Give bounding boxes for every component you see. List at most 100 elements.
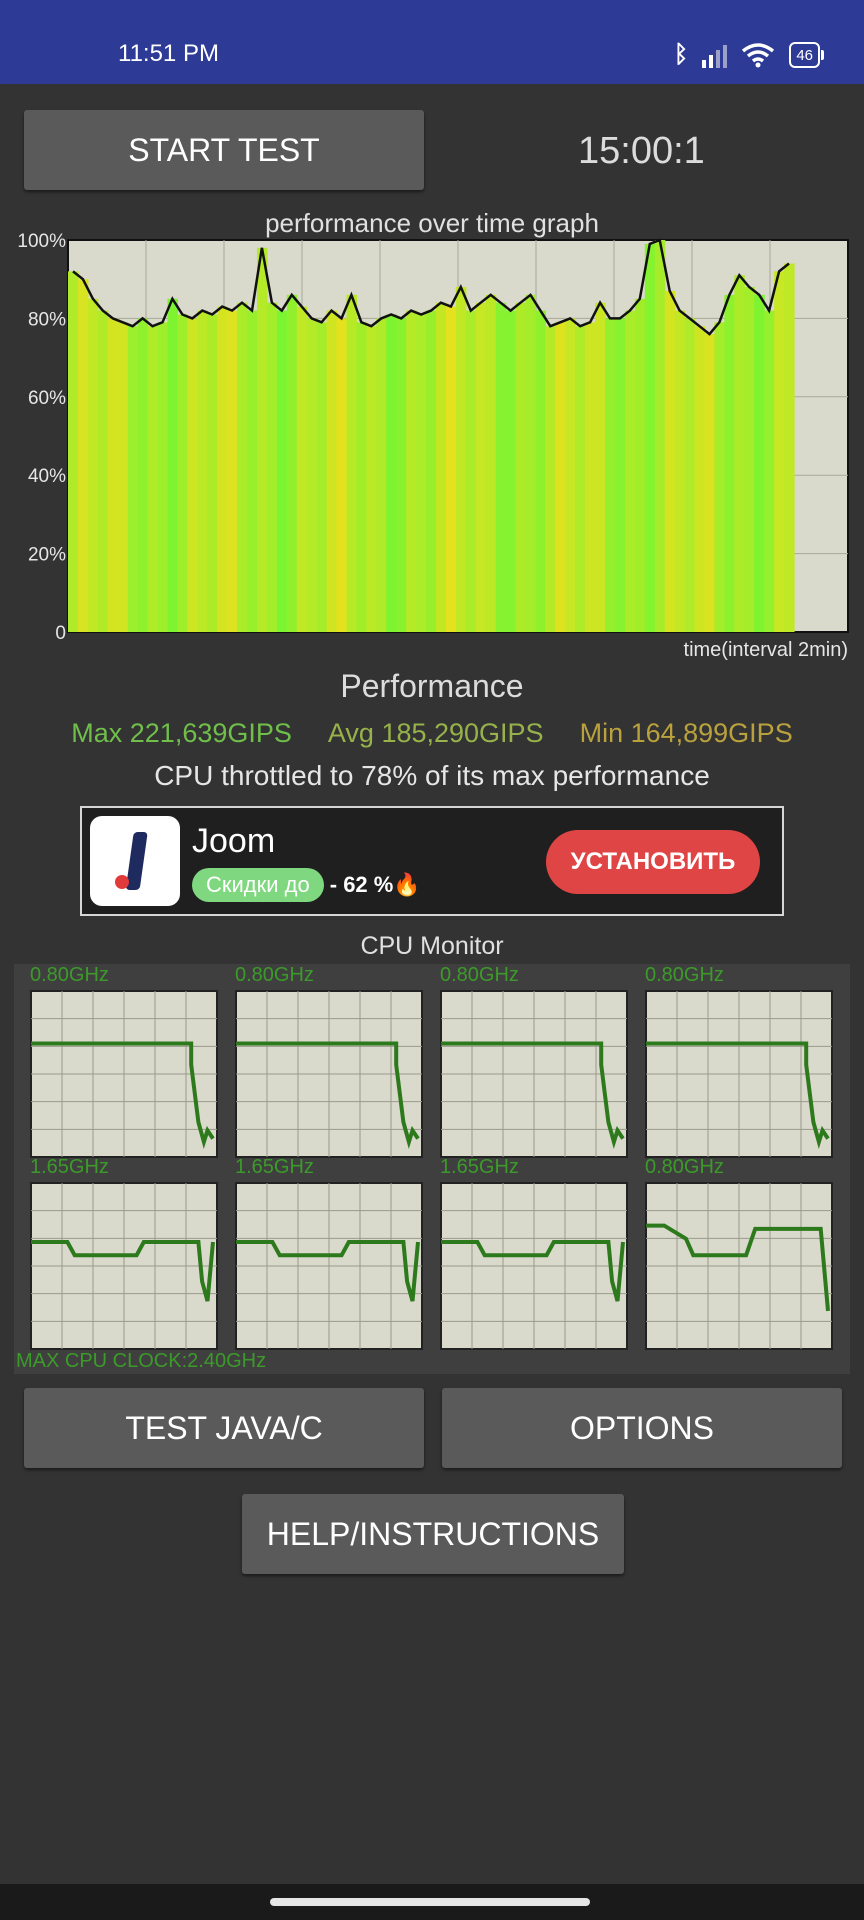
performance-bar: [316, 322, 328, 632]
performance-bar: [177, 314, 188, 632]
joom-logo[interactable]: [90, 816, 180, 906]
core-graph: [30, 990, 218, 1158]
performance-bar: [555, 322, 566, 632]
performance-bar: [565, 318, 576, 632]
performance-bar: [406, 310, 417, 632]
performance-graph: 100% 80% 60% 40% 20% 0 time(interval 2min): [17, 231, 849, 661]
performance-bar: [167, 298, 178, 632]
y-tick-label: 0: [55, 623, 66, 644]
performance-bar: [634, 298, 646, 632]
performance-bar: [296, 306, 308, 632]
performance-bar: [784, 263, 795, 632]
options-button[interactable]: OPTIONS: [442, 1388, 842, 1468]
ad-install-button[interactable]: УСТАНОВИТЬ: [546, 830, 760, 894]
signal-icon: [702, 42, 728, 68]
ad-promo-chip: Скидки до: [192, 868, 324, 902]
performance-bar: [575, 326, 586, 632]
performance-bar: [77, 279, 89, 632]
cpu-core-8: 0.80GHz: [643, 1156, 833, 1352]
stat-avg: Avg 185,290GIPS: [327, 718, 544, 748]
performance-bar: [256, 247, 268, 632]
x-axis-label: time(interval 2min): [684, 639, 848, 661]
performance-bar: [515, 302, 527, 632]
core-frequency: 1.65GHz: [30, 1156, 109, 1178]
performance-bar: [455, 287, 467, 632]
performance-bar: [674, 310, 686, 632]
cpu-core-3: 0.80GHz: [438, 964, 628, 1160]
performance-heading: Performance: [340, 668, 524, 704]
cpu-core-7: 1.65GHz: [438, 1156, 628, 1352]
status-icons: ᛒ 46: [673, 38, 824, 72]
battery-level: 46: [796, 46, 813, 64]
status-time: 11:51 PM: [118, 40, 219, 67]
performance-bar: [187, 318, 198, 632]
core-frequency: 0.80GHz: [645, 964, 724, 986]
performance-bar: [356, 322, 367, 632]
performance-bar: [535, 310, 546, 632]
performance-stats: Max 221,639GIPS Avg 185,290GIPS Min 164,…: [0, 718, 864, 749]
performance-bar: [495, 302, 507, 632]
performance-bar: [435, 302, 447, 632]
cpu-monitor-panel: 0.80GHz 0.80GHz 0.80GHz 0.80GHz 1.65GHz …: [14, 964, 850, 1374]
cpu-monitor-title: CPU Monitor: [360, 932, 504, 960]
gesture-handle[interactable]: [270, 1898, 590, 1906]
core-frequency: 0.80GHz: [440, 964, 519, 986]
start-test-button[interactable]: START TEST: [24, 110, 424, 190]
battery-icon: 46: [789, 42, 824, 68]
core-graph: [235, 990, 423, 1158]
y-tick-label: 60%: [28, 388, 66, 409]
ad-banner[interactable]: Joom Скидки до - 62 %🔥 УСТАНОВИТЬ: [80, 806, 784, 916]
throttle-summary: CPU throttled to 78% of its max performa…: [154, 760, 710, 791]
bluetooth-icon: ᛒ: [673, 41, 689, 68]
performance-bar: [475, 302, 487, 632]
performance-bar: [445, 306, 457, 632]
ad-promo-percent: - 62 %🔥: [329, 872, 421, 897]
performance-bar: [306, 318, 318, 632]
performance-bar: [704, 334, 716, 632]
performance-bar: [227, 310, 238, 632]
stat-max: Max 221,639GIPS: [71, 718, 292, 748]
ad-promo: Скидки до - 62 %🔥: [192, 866, 421, 904]
cpu-core-2: 0.80GHz: [233, 964, 423, 1160]
help-instructions-button[interactable]: HELP/INSTRUCTIONS: [242, 1494, 624, 1574]
performance-bar: [237, 302, 248, 632]
performance-bar: [764, 310, 775, 632]
core-frequency: 0.80GHz: [235, 964, 314, 986]
core-graph: [645, 1182, 833, 1350]
performance-bar: [426, 310, 437, 632]
performance-bar: [774, 271, 785, 632]
performance-bar: [127, 326, 139, 632]
performance-bar: [117, 322, 129, 632]
performance-bar: [107, 318, 119, 632]
performance-bar: [605, 318, 616, 632]
performance-bar: [197, 310, 208, 632]
performance-bar: [485, 294, 497, 632]
cpu-core-5: 1.65GHz: [28, 1156, 218, 1352]
cpu-core-4: 0.80GHz: [643, 964, 833, 1160]
performance-bar: [266, 302, 278, 632]
core-frequency: 1.65GHz: [440, 1156, 519, 1178]
max-cpu-clock: MAX CPU CLOCK:2.40GHz: [16, 1350, 267, 1372]
test-java-c-button[interactable]: TEST JAVA/C: [24, 1388, 424, 1468]
performance-bar: [346, 294, 358, 632]
performance-bar: [97, 310, 109, 632]
core-frequency: 0.80GHz: [30, 964, 109, 986]
performance-bar: [505, 310, 517, 632]
performance-bar: [734, 275, 745, 632]
core-graph: [440, 990, 628, 1158]
core-graph: [30, 1182, 218, 1350]
performance-bar: [217, 306, 228, 632]
performance-bar: [664, 290, 676, 632]
performance-bar: [654, 240, 666, 632]
y-tick-label: 20%: [28, 545, 66, 566]
test-timer: 15:00:1: [578, 130, 705, 172]
performance-bar: [585, 322, 596, 632]
performance-bar: [137, 318, 149, 632]
ad-app-name[interactable]: Joom: [192, 822, 275, 861]
core-graph: [235, 1182, 423, 1350]
performance-bar: [465, 310, 477, 632]
stat-min: Min 164,899GIPS: [579, 718, 793, 748]
performance-bar: [416, 314, 427, 632]
performance-bar: [207, 314, 218, 632]
performance-bar: [714, 322, 725, 632]
